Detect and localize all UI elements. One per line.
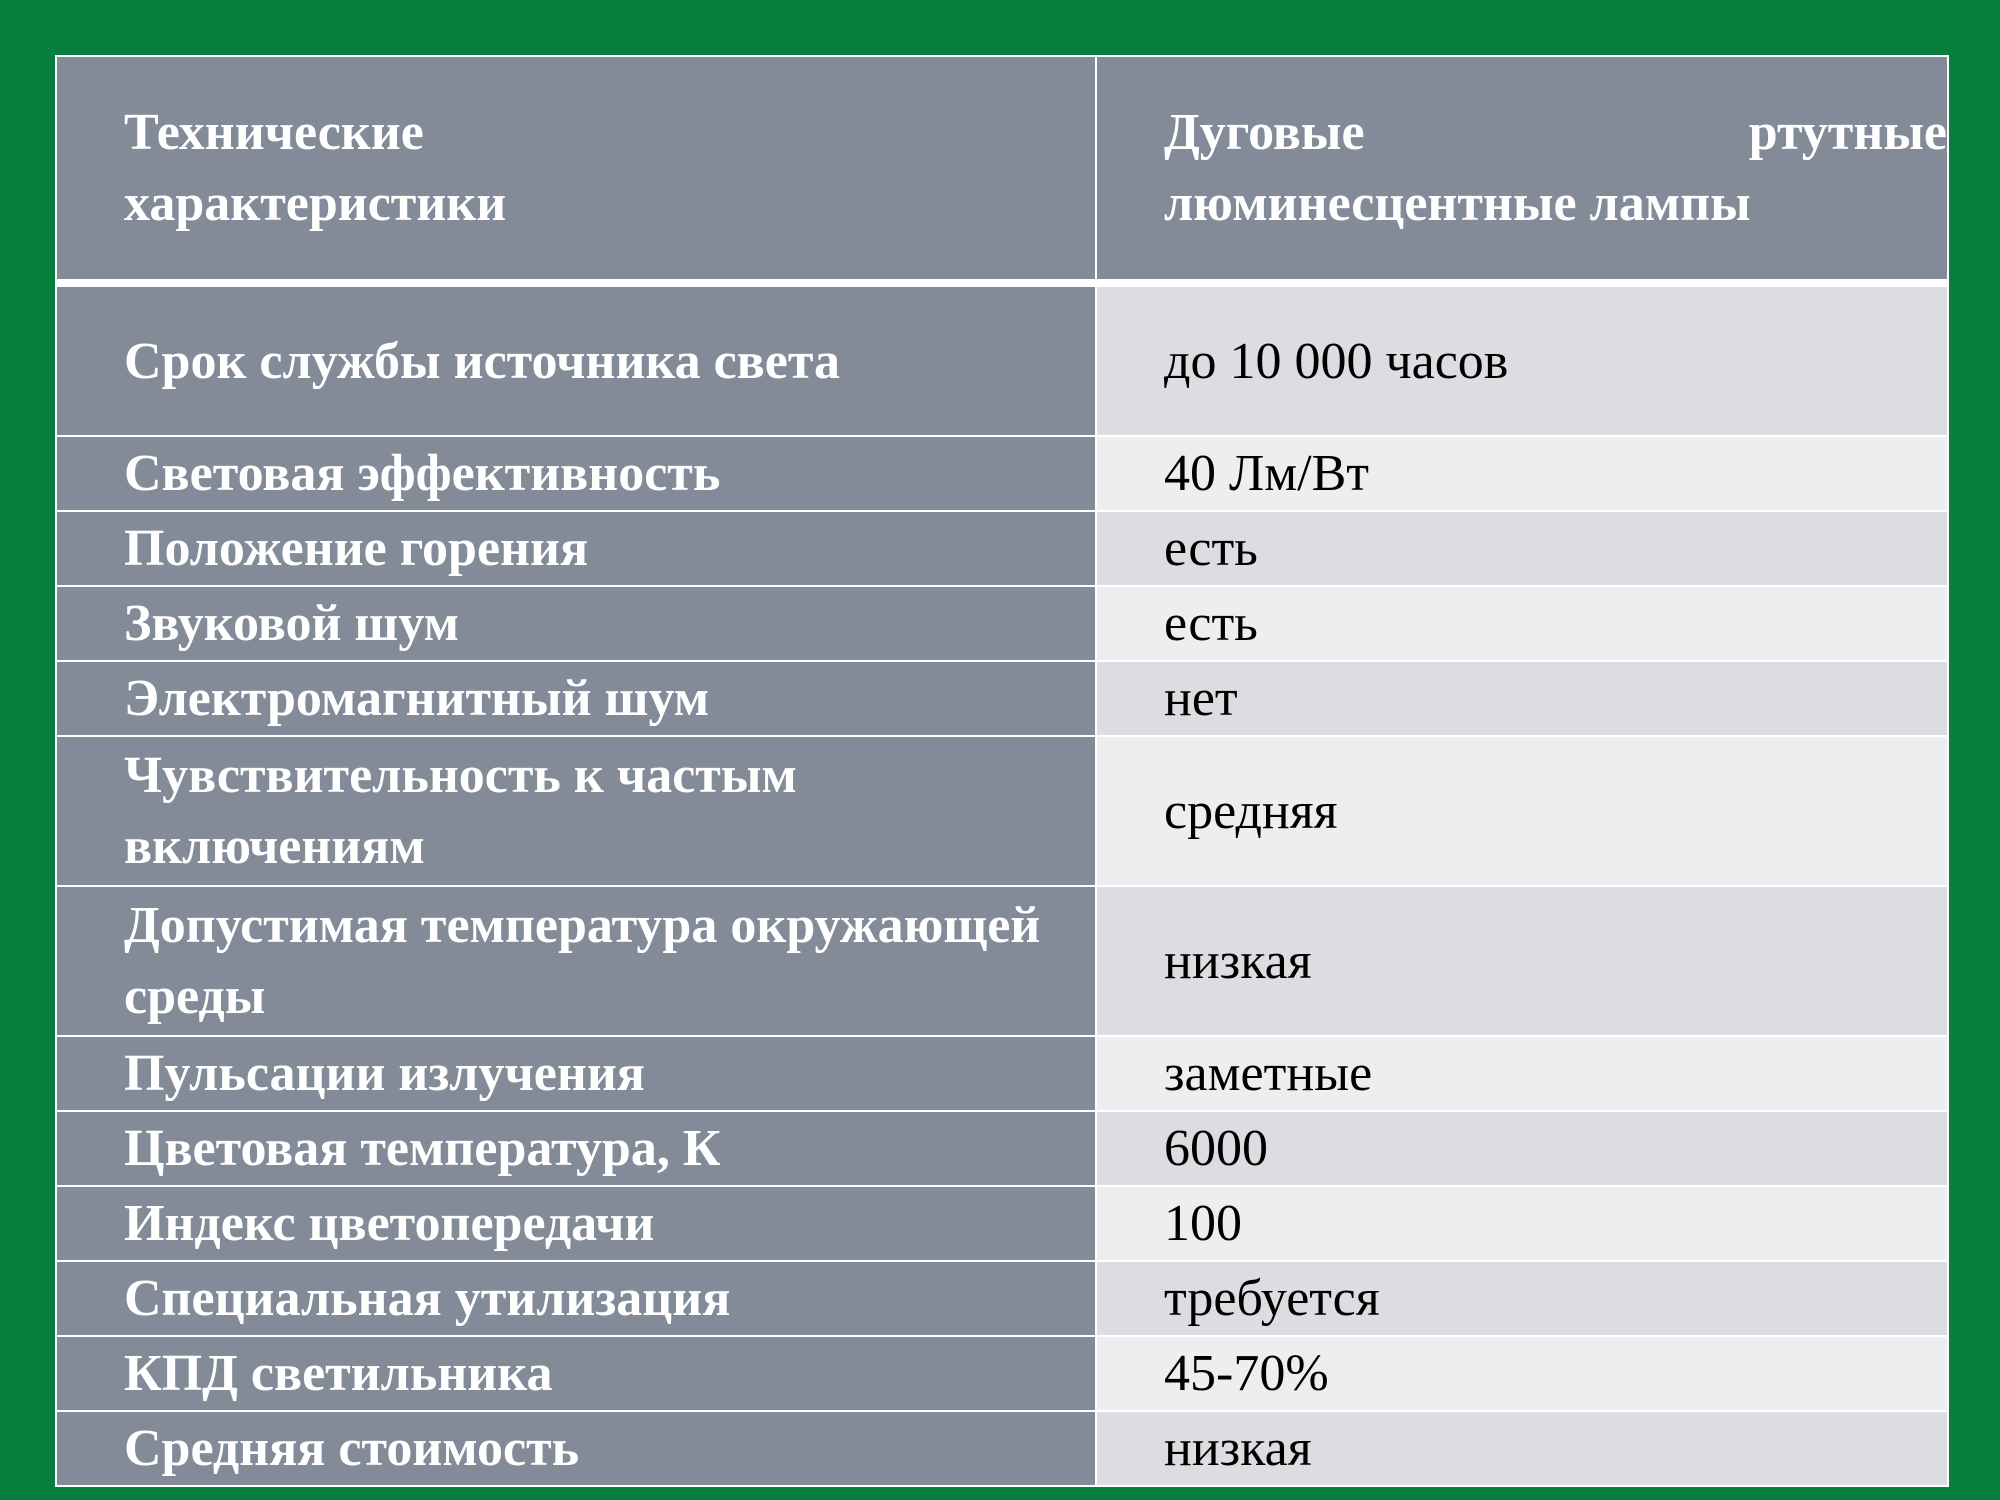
table-row: Световая эффективность 40 Лм/Вт xyxy=(55,435,1949,512)
table-row: Положение горения есть xyxy=(55,510,1949,587)
characteristics-table: Технические характеристики Дуговые ртутн… xyxy=(55,55,1949,1487)
row-value: 40 Лм/Вт xyxy=(1095,435,1949,512)
header-characteristics: Технические характеристики xyxy=(55,55,1097,287)
header-col2-word1: Дуговые xyxy=(1164,104,1365,161)
row-label: Специальная утилизация xyxy=(55,1260,1097,1337)
table-header-row: Технические характеристики Дуговые ртутн… xyxy=(55,55,1949,287)
row-value: 6000 xyxy=(1095,1110,1949,1187)
row-label: Индекс цветопередачи xyxy=(55,1185,1097,1262)
row-value: низкая xyxy=(1095,1410,1949,1487)
table-row: Специальная утилизация требуется xyxy=(55,1260,1949,1337)
table-row: Средняя стоимость низкая xyxy=(55,1410,1949,1487)
header-col2-line2: люминесцентные лампы xyxy=(1164,175,1751,232)
table-row: Цветовая температура, К 6000 xyxy=(55,1110,1949,1187)
table-row: Звуковой шум есть xyxy=(55,585,1949,662)
row-label: Электромагнитный шум xyxy=(55,660,1097,737)
row-label: Пульсации излучения xyxy=(55,1035,1097,1112)
table-row: Чувствительность к частым включениям сре… xyxy=(55,735,1949,887)
row-value: 45-70% xyxy=(1095,1335,1949,1412)
row-value: 100 xyxy=(1095,1185,1949,1262)
row-value: средняя xyxy=(1095,735,1949,887)
row-label: Срок службы источника света xyxy=(55,282,1097,437)
row-label: Звуковой шум xyxy=(55,585,1097,662)
table-row: Допустимая температура окружающей среды … xyxy=(55,885,1949,1037)
row-label: Цветовая температура, К xyxy=(55,1110,1097,1187)
header-col2-word2: ртутные xyxy=(1748,104,1947,161)
row-value: есть xyxy=(1095,510,1949,587)
table-row: Индекс цветопередачи 100 xyxy=(55,1185,1949,1262)
row-value: есть xyxy=(1095,585,1949,662)
table-row: Электромагнитный шум нет xyxy=(55,660,1949,737)
table-row: КПД светильника 45-70% xyxy=(55,1335,1949,1412)
row-label: КПД светильника xyxy=(55,1335,1097,1412)
header-col1-line1: Технические xyxy=(124,104,424,161)
row-label: Положение горения xyxy=(55,510,1097,587)
row-value: требуется xyxy=(1095,1260,1949,1337)
row-label: Средняя стоимость xyxy=(55,1410,1097,1487)
header-col2-line1: Дуговые ртутные xyxy=(1164,97,1947,168)
table-row: Срок службы источника света до 10 000 ча… xyxy=(55,282,1949,437)
row-label: Допустимая температура окружающей среды xyxy=(55,885,1097,1037)
row-label: Световая эффективность xyxy=(55,435,1097,512)
row-value: заметные xyxy=(1095,1035,1949,1112)
row-value: нет xyxy=(1095,660,1949,737)
table-row: Пульсации излучения заметные xyxy=(55,1035,1949,1112)
row-value: низкая xyxy=(1095,885,1949,1037)
header-lamp-type: Дуговые ртутные люминесцентные лампы xyxy=(1095,55,1949,287)
header-col1-line2: характеристики xyxy=(124,175,507,232)
row-value: до 10 000 часов xyxy=(1095,282,1949,437)
row-label: Чувствительность к частым включениям xyxy=(55,735,1097,887)
